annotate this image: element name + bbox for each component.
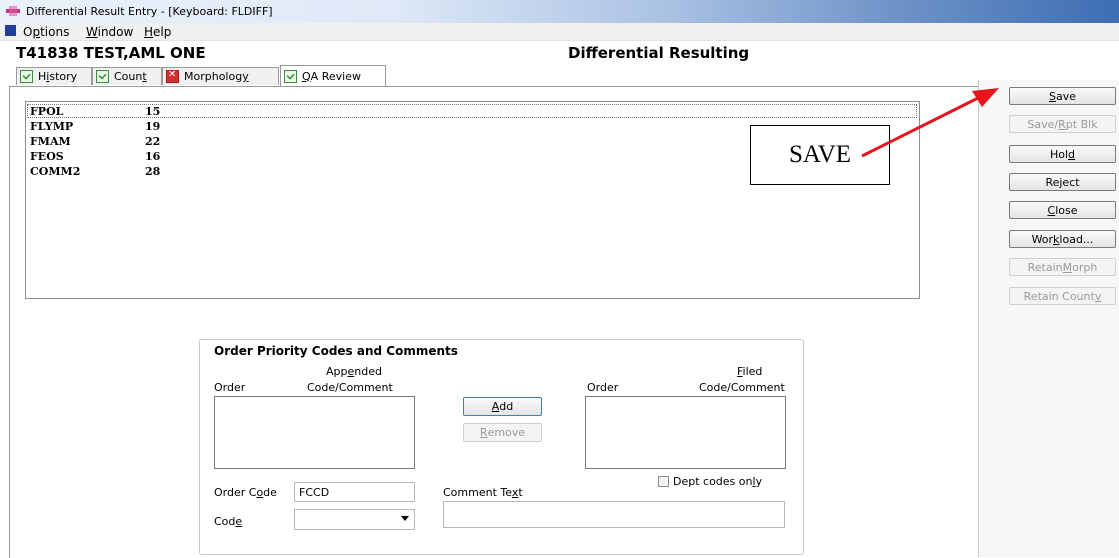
result-value: 22 (145, 135, 161, 148)
menu-options[interactable]: Options (23, 25, 69, 39)
result-value: 15 (145, 105, 161, 118)
close-button[interactable]: Close (1009, 201, 1116, 219)
dept-codes-only-checkbox[interactable] (658, 476, 669, 487)
patient-header: T41838 TEST,AML ONE (16, 44, 206, 62)
tab-morphology-label: Morphology (184, 70, 249, 83)
result-value: 28 (145, 165, 161, 178)
list-item[interactable]: FLYMP 19 (30, 120, 160, 133)
retain-morph-button[interactable]: Retain Morph (1009, 258, 1116, 276)
tab-history-label: History (38, 70, 78, 83)
title-bar: Differential Result Entry - [Keyboard: F… (0, 0, 1119, 23)
app-menu-icon[interactable] (5, 25, 16, 36)
tab-count[interactable]: Count (92, 67, 162, 85)
filed-heading: Filed (737, 365, 763, 378)
result-code: FMAM (30, 135, 71, 148)
order-priority-title: Order Priority Codes and Comments (214, 344, 458, 358)
retain-count-button[interactable]: Retain Count v (1009, 287, 1116, 305)
tab-qa-review-label: QA Review (302, 69, 361, 83)
list-item[interactable]: FMAM 22 (30, 135, 160, 148)
menu-help-post: elp (153, 25, 172, 39)
appended-heading: Appended (326, 365, 382, 378)
filed-codes-list[interactable] (585, 396, 786, 469)
menu-window-mnemonic: W (86, 25, 98, 39)
order-col-label: Order (587, 381, 619, 394)
tab-history[interactable]: History (16, 67, 92, 85)
list-item[interactable]: COMM2 28 (30, 165, 160, 178)
result-code: COMM2 (30, 165, 81, 178)
result-code: FLYMP (30, 120, 74, 133)
workload-button[interactable]: Wor k load... (1009, 230, 1116, 248)
screen-title: Differential Resulting (568, 44, 750, 62)
result-code: FPOL (30, 105, 64, 118)
remove-button[interactable]: Remove (463, 423, 542, 442)
code-comment-col-label: Code/Comment (699, 381, 785, 394)
menu-window[interactable]: Window (86, 25, 133, 39)
add-button[interactable]: Add (463, 397, 542, 416)
chevron-down-icon (401, 516, 409, 521)
selection-outline (27, 104, 917, 118)
tab-count-label: Count (114, 70, 147, 83)
tab-qa-review[interactable]: QA Review (280, 65, 386, 86)
list-item[interactable]: FPOL 15 (30, 105, 160, 118)
order-code-input[interactable]: FCCD (294, 482, 415, 502)
window-title: Differential Result Entry - [Keyboard: F… (26, 5, 273, 18)
save-rpt-blk-button[interactable]: Save/Rpt Blk (1009, 115, 1116, 133)
dept-codes-only-label: Dept codes only (673, 475, 763, 488)
error-x-icon (166, 69, 179, 83)
check-icon (96, 70, 109, 83)
order-code-label: Order Code (214, 486, 277, 499)
appended-codes-list[interactable] (214, 396, 415, 469)
order-col-label: Order (214, 381, 246, 394)
code-select[interactable] (294, 509, 415, 530)
save-button[interactable]: Save (1009, 87, 1116, 105)
menu-help[interactable]: Help (144, 25, 171, 39)
tab-morphology[interactable]: Morphology (162, 67, 279, 85)
result-value: 16 (145, 150, 161, 163)
check-icon (284, 69, 297, 83)
hold-button[interactable]: Hol d (1009, 145, 1116, 163)
menu-window-post: indow (97, 25, 134, 39)
result-code: FEOS (30, 150, 64, 163)
comment-text-label: Comment Text (443, 486, 523, 499)
result-value: 19 (145, 120, 161, 133)
menu-bar: Options Window Help (0, 23, 1119, 41)
reject-button[interactable]: Re j ect (1009, 173, 1116, 191)
list-item[interactable]: FEOS 16 (30, 150, 160, 163)
app-icon (6, 6, 20, 16)
check-icon (20, 70, 33, 83)
menu-help-mnemonic: H (144, 25, 154, 39)
code-label: Code (214, 515, 243, 528)
code-comment-col-label: Code/Comment (307, 381, 393, 394)
menu-options-mnemonic: p (32, 25, 41, 39)
comment-text-input[interactable] (443, 501, 785, 528)
save-annotation-callout: SAVE (750, 125, 890, 185)
menu-options-post: tions (40, 25, 70, 39)
